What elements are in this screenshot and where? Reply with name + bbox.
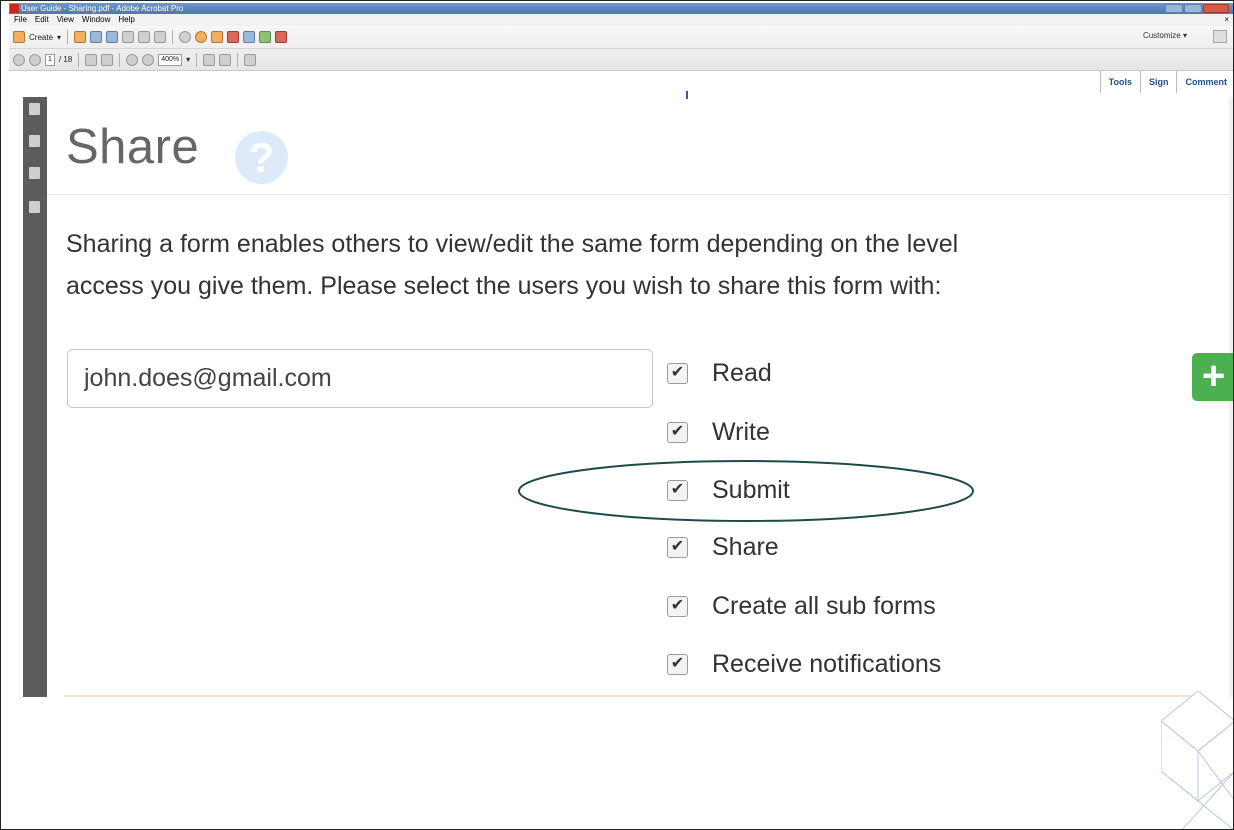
- share-description-line-1: Sharing a form enables others to view/ed…: [66, 230, 959, 258]
- document-icon[interactable]: [243, 31, 256, 43]
- close-window-button[interactable]: [1203, 4, 1229, 13]
- permission-label: Share: [712, 532, 779, 561]
- scissors-icon[interactable]: [244, 53, 257, 66]
- toolbar-divider: [237, 52, 239, 67]
- navigation-pane: [23, 97, 47, 697]
- receive-notifications-checkbox[interactable]: ✔: [667, 653, 688, 675]
- menu-view[interactable]: View: [57, 14, 74, 26]
- permission-create-sub-forms[interactable]: ✔ Create all sub forms: [667, 591, 936, 621]
- tab-comment[interactable]: Comment: [1176, 71, 1233, 93]
- zoom-in-icon[interactable]: [142, 53, 155, 66]
- close-document-icon[interactable]: ×: [1224, 14, 1229, 26]
- checkmark-icon: ✔: [670, 364, 685, 381]
- toolbar-divider: [78, 52, 80, 67]
- comment-icon[interactable]: [195, 31, 208, 43]
- toolbar-divider: [172, 30, 174, 44]
- permission-label: Read: [712, 358, 772, 387]
- checkmark-icon: ✔: [670, 538, 685, 555]
- read-checkbox[interactable]: ✔: [667, 362, 688, 384]
- customize-menu[interactable]: Customize ▾: [1143, 31, 1187, 40]
- acrobat-app-icon: [10, 4, 19, 13]
- decorative-pattern: [1161, 691, 1233, 829]
- maximize-button[interactable]: [1184, 4, 1202, 13]
- write-checkbox[interactable]: ✔: [667, 421, 688, 443]
- tab-tools[interactable]: Tools: [1099, 71, 1140, 93]
- cloud-upload-icon[interactable]: [106, 31, 119, 43]
- window-title: User Guide - Sharing.pdf - Adobe Acrobat…: [21, 4, 184, 13]
- right-pane-tabs: Tools Sign Comment: [1099, 71, 1233, 93]
- highlight-ellipse: [518, 460, 974, 522]
- section-divider: [65, 695, 1191, 697]
- attachment-icon[interactable]: [29, 167, 40, 179]
- share-description-line-2: access you give them. Please select the …: [66, 272, 942, 300]
- hand-tool-icon[interactable]: [101, 53, 114, 66]
- edit-icon[interactable]: [138, 31, 151, 43]
- permission-receive-notifications[interactable]: ✔ Receive notifications: [667, 649, 941, 679]
- permission-label: Receive notifications: [712, 649, 942, 678]
- toolbar-divider: [119, 52, 121, 67]
- create-icon: [13, 31, 25, 43]
- pdf-export-icon[interactable]: [227, 31, 240, 43]
- document-green-icon[interactable]: [259, 31, 272, 43]
- save-icon[interactable]: [90, 31, 103, 43]
- permission-label: Write: [712, 417, 770, 446]
- menu-window[interactable]: Window: [82, 14, 110, 26]
- add-user-button[interactable]: +: [1192, 353, 1233, 401]
- window-title-bar: User Guide - Sharing.pdf - Adobe Acrobat…: [9, 3, 1233, 14]
- checkmark-icon: ✔: [670, 655, 685, 672]
- screenshot-frame: User Guide - Sharing.pdf - Adobe Acrobat…: [0, 0, 1234, 830]
- toolbar-row-main: Create ▾ Customize ▾: [9, 26, 1233, 48]
- toolbar-divider: [196, 52, 198, 67]
- plus-icon: +: [1201, 354, 1226, 398]
- zoom-level-input[interactable]: 400%: [158, 53, 183, 66]
- question-circle-icon[interactable]: ?: [235, 131, 288, 184]
- window-controls: [1165, 4, 1229, 13]
- menu-help[interactable]: Help: [118, 14, 134, 26]
- bookmark-icon[interactable]: [29, 135, 40, 147]
- menu-bar: File Edit View Window Help ×: [9, 14, 1233, 26]
- next-page-icon[interactable]: [29, 53, 41, 66]
- checkmark-icon: ✔: [670, 597, 685, 614]
- menu-file[interactable]: File: [14, 14, 27, 26]
- email-icon[interactable]: [154, 31, 167, 43]
- customize-label: Customize: [1142, 31, 1181, 40]
- toolbar-row-navigation: 1 / 18 400% ▾ Tools Sign Comment: [9, 48, 1233, 93]
- form-icon[interactable]: [275, 31, 288, 43]
- full-screen-icon[interactable]: [219, 53, 232, 66]
- permission-label: Create all sub forms: [712, 591, 936, 620]
- open-folder-icon[interactable]: [74, 31, 87, 43]
- page-thumbnails-icon[interactable]: [29, 103, 40, 115]
- print-icon[interactable]: [122, 31, 135, 43]
- page-title: Share: [66, 120, 200, 174]
- sticky-note-icon[interactable]: [211, 31, 224, 43]
- zoom-out-icon[interactable]: [126, 53, 139, 66]
- tab-sign[interactable]: Sign: [1139, 71, 1177, 93]
- minimize-button[interactable]: [1165, 4, 1183, 13]
- permission-share[interactable]: ✔ Share: [667, 532, 779, 562]
- page-number-input[interactable]: 1: [45, 53, 55, 66]
- previous-page-icon[interactable]: [13, 53, 25, 66]
- fit-page-icon[interactable]: [203, 53, 216, 66]
- menu-edit[interactable]: Edit: [35, 14, 49, 26]
- signature-icon[interactable]: [29, 201, 40, 213]
- create-menu-button[interactable]: Create: [29, 33, 53, 42]
- chevron-down-icon[interactable]: ▾: [57, 33, 61, 42]
- page-total: / 18: [58, 55, 73, 64]
- title-divider: [47, 194, 1229, 195]
- page-edge-marker: [686, 91, 688, 99]
- permission-read[interactable]: ✔ Read: [667, 358, 772, 388]
- toolbar-divider: [67, 30, 69, 44]
- permission-write[interactable]: ✔ Write: [667, 417, 770, 447]
- email-input[interactable]: [67, 349, 653, 408]
- zoom-dropdown-icon[interactable]: ▾: [186, 55, 190, 64]
- settings-icon[interactable]: [179, 31, 192, 43]
- share-checkbox[interactable]: ✔: [667, 536, 688, 558]
- expand-icon[interactable]: [1213, 30, 1227, 43]
- create-sub-forms-checkbox[interactable]: ✔: [667, 595, 688, 617]
- select-tool-icon[interactable]: [85, 53, 98, 66]
- toolbar: Create ▾ Customize ▾ 1 / 18 400% ▾ Tools…: [9, 26, 1233, 93]
- checkmark-icon: ✔: [670, 423, 685, 440]
